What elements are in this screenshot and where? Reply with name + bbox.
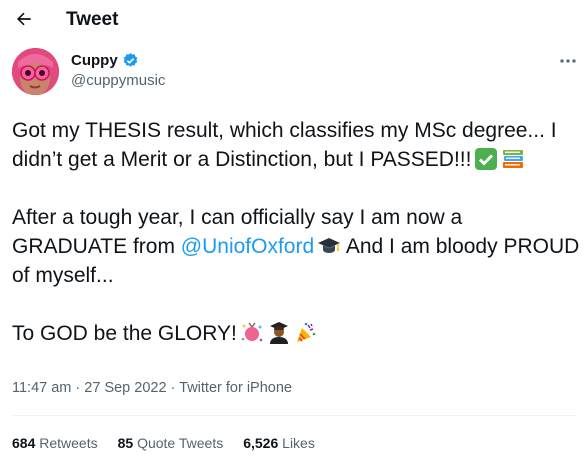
divider: [12, 415, 576, 416]
books-emoji: [501, 147, 525, 171]
graduate-emoji: [267, 321, 291, 345]
retweets-stat[interactable]: 684 Retweets: [12, 435, 98, 451]
tweet-paragraph-3: To GOD be the GLORY!: [12, 319, 582, 348]
more-icon[interactable]: [556, 52, 580, 70]
tweet-paragraph-1: Got my THESIS result, which classifies m…: [12, 116, 582, 174]
retweets-label: Retweets: [39, 435, 98, 451]
tweet-paragraph-2: After a tough year, I can officially say…: [12, 203, 582, 290]
likes-count: 6,526: [243, 435, 279, 451]
likes-label: Likes: [282, 435, 315, 451]
quote-tweets-count: 85: [117, 435, 134, 451]
likes-stat[interactable]: 6,526 Likes: [243, 435, 315, 451]
meta-separator: ·: [71, 380, 85, 396]
tweet-time[interactable]: 11:47 am: [12, 380, 71, 396]
page-title: Tweet: [66, 9, 119, 30]
tweet-text-3: To GOD be the GLORY!: [12, 322, 237, 345]
top-bar: Tweet: [0, 0, 588, 40]
avatar[interactable]: [12, 48, 59, 95]
author-name-row[interactable]: Cuppy: [71, 52, 139, 69]
tweet-meta: 11:47 am · 27 Sep 2022 · Twitter for iPh…: [12, 380, 292, 396]
engagement-stats: 684 Retweets 85 Quote Tweets 6,526 Likes: [12, 435, 335, 451]
quote-tweets-stat[interactable]: 85 Quote Tweets: [118, 435, 224, 451]
tweet-source[interactable]: Twitter for iPhone: [179, 380, 292, 396]
mention-link[interactable]: @UniofOxford: [181, 235, 314, 258]
verified-badge-icon: [122, 52, 139, 69]
quote-tweets-label: Quote Tweets: [137, 435, 224, 451]
check-emoji: [474, 147, 498, 171]
tweet-body: Got my THESIS result, which classifies m…: [12, 116, 582, 348]
party-popper-emoji: [294, 321, 318, 345]
author-handle[interactable]: @cuppymusic: [71, 72, 165, 89]
meta-separator: ·: [166, 380, 180, 396]
author-name[interactable]: Cuppy: [71, 52, 118, 69]
back-arrow-icon[interactable]: [10, 5, 38, 33]
retweets-count: 684: [12, 435, 36, 451]
confetti-emoji: [240, 321, 264, 345]
graduation-cap-emoji: [317, 234, 341, 258]
tweet-date[interactable]: 27 Sep 2022: [84, 380, 166, 396]
